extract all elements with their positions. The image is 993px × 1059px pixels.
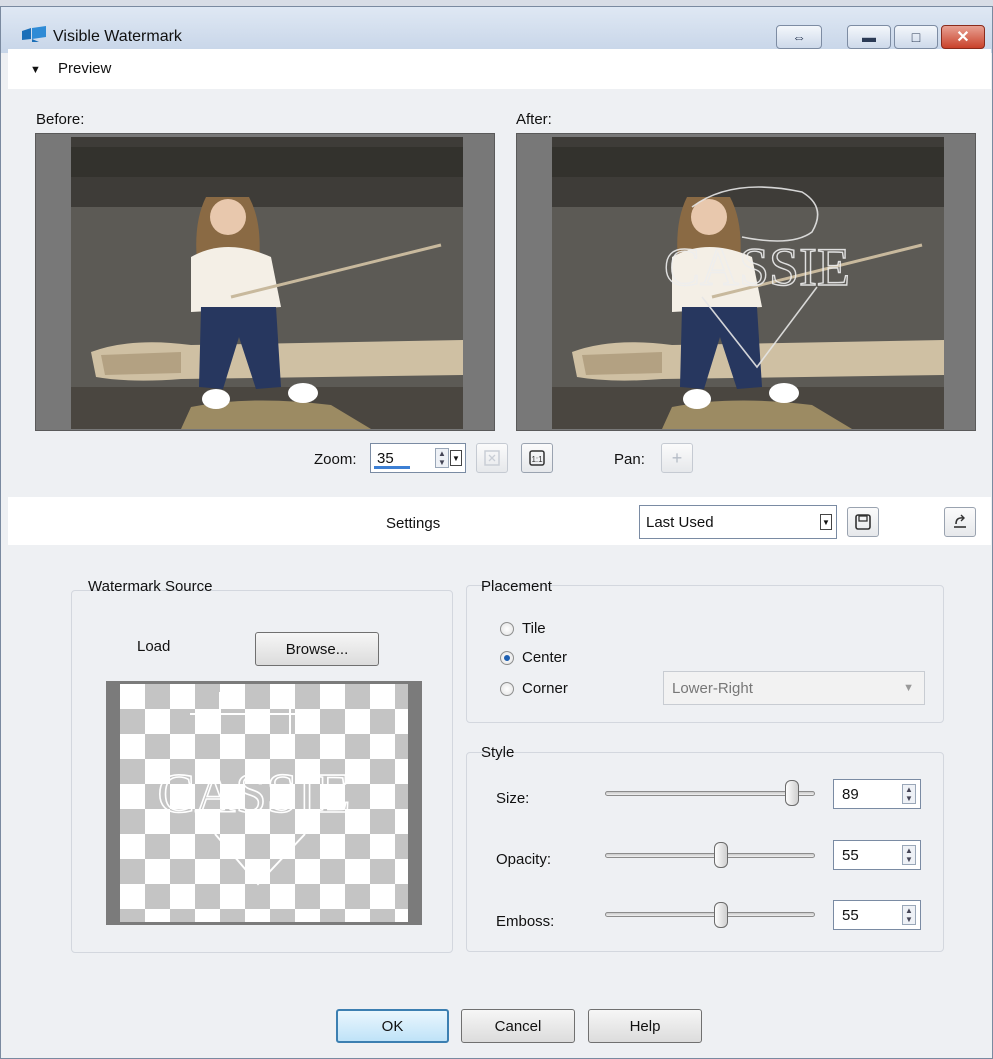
size-spinner-icon[interactable]: ▲ ▼ — [902, 784, 916, 804]
before-photo — [71, 137, 463, 429]
app-icon — [22, 26, 46, 42]
title-bar[interactable]: Visible Watermark ⇔ ▬ □ ✕ — [1, 7, 992, 53]
size-slider-track[interactable] — [605, 791, 815, 796]
size-value: 89 — [842, 786, 859, 803]
preview-section-header[interactable] — [8, 49, 991, 89]
reset-defaults-button[interactable] — [944, 507, 976, 537]
opacity-value: 55 — [842, 847, 859, 864]
load-label: Load — [137, 638, 171, 655]
emboss-value: 55 — [842, 907, 859, 924]
opacity-input[interactable]: 55 ▲ ▼ — [833, 840, 921, 870]
settings-preset-value: Last Used — [646, 514, 714, 531]
settings-preset-select[interactable]: Last Used ▼ — [639, 505, 837, 539]
resize-arrows-icon: ⇔ — [792, 29, 806, 45]
placement-heading: Placement — [481, 578, 552, 595]
before-label: Before: — [36, 111, 85, 128]
minimize-icon: ▬ — [862, 29, 876, 45]
tile-radio-label[interactable]: Tile — [522, 620, 546, 637]
zoom-dropdown-icon[interactable]: ▼ — [450, 450, 462, 466]
watermark-source-heading: Watermark Source — [88, 578, 213, 595]
pan-button[interactable]: + — [661, 443, 693, 473]
corner-radio[interactable] — [500, 682, 514, 696]
zoom-input[interactable]: 35 ▲ ▼ ▼ — [370, 443, 466, 473]
corner-position-select[interactable]: Lower-Right ▼ — [663, 671, 925, 705]
pan-crosshair-icon: + — [671, 447, 683, 468]
chevron-down-icon[interactable]: ▼ — [820, 514, 832, 530]
zoom-spinner-icon[interactable]: ▲ ▼ — [435, 448, 449, 468]
svg-text:1:1: 1:1 — [531, 455, 543, 464]
corner-position-value: Lower-Right — [672, 680, 753, 697]
fit-icon — [484, 450, 500, 466]
restore-layout-button[interactable]: ⇔ — [776, 25, 822, 49]
watermark-graphic: CASSIE — [157, 692, 351, 886]
pan-label: Pan: — [614, 451, 645, 468]
style-heading: Style — [481, 744, 515, 761]
zoom-value: 35 — [377, 450, 394, 467]
help-button[interactable]: Help — [588, 1009, 702, 1043]
zoom-to-fit-button[interactable] — [476, 443, 508, 473]
zoom-underline — [374, 466, 410, 469]
watermark-text: CASSIE — [158, 763, 351, 825]
after-preview[interactable]: CASSIE — [516, 133, 976, 431]
emboss-label: Emboss: — [496, 913, 555, 930]
opacity-slider-track[interactable] — [605, 853, 815, 858]
emboss-slider-track[interactable] — [605, 912, 815, 917]
emboss-slider-thumb[interactable] — [713, 902, 728, 928]
emboss-input[interactable]: 55 ▲ ▼ — [833, 900, 921, 930]
actual-size-icon: 1:1 — [529, 450, 545, 466]
watermark-overlay-text: CASSIE — [664, 237, 850, 297]
size-label: Size: — [496, 790, 530, 807]
before-preview[interactable] — [35, 133, 495, 431]
ok-button[interactable]: OK — [336, 1009, 449, 1043]
close-icon: ✕ — [956, 29, 970, 46]
after-label: After: — [516, 111, 552, 128]
maximize-button[interactable]: □ — [894, 25, 938, 49]
after-photo: CASSIE — [552, 137, 944, 429]
cancel-button[interactable]: Cancel — [461, 1009, 575, 1043]
watermark-thumbnail: CASSIE — [106, 681, 422, 925]
zoom-label: Zoom: — [314, 451, 357, 468]
save-disk-icon — [855, 514, 871, 530]
preview-toggle-label[interactable]: Preview — [58, 60, 111, 77]
maximize-icon: □ — [911, 29, 921, 45]
window-title: Visible Watermark — [53, 28, 182, 45]
browse-button[interactable]: Browse... — [255, 632, 379, 666]
minimize-button[interactable]: ▬ — [847, 25, 891, 49]
size-input[interactable]: 89 ▲ ▼ — [833, 779, 921, 809]
close-button[interactable]: ✕ — [941, 25, 985, 49]
save-preset-button[interactable] — [847, 507, 879, 537]
opacity-spinner-icon[interactable]: ▲ ▼ — [902, 845, 916, 865]
actual-size-button[interactable]: 1:1 — [521, 443, 553, 473]
size-slider-thumb[interactable] — [784, 780, 799, 806]
center-radio-label[interactable]: Center — [522, 649, 567, 666]
reset-icon — [954, 514, 966, 528]
opacity-label: Opacity: — [496, 851, 552, 868]
transparency-checkerboard: CASSIE — [120, 684, 408, 922]
chevron-down-icon: ▼ — [903, 682, 914, 694]
corner-radio-label[interactable]: Corner — [522, 680, 568, 697]
tile-radio[interactable] — [500, 622, 514, 636]
settings-bar — [8, 497, 991, 545]
opacity-slider-thumb[interactable] — [713, 842, 728, 868]
center-radio[interactable] — [500, 651, 514, 665]
settings-label: Settings — [386, 515, 441, 532]
collapse-triangle-icon[interactable]: ▼ — [30, 64, 41, 76]
emboss-spinner-icon[interactable]: ▲ ▼ — [902, 905, 916, 925]
